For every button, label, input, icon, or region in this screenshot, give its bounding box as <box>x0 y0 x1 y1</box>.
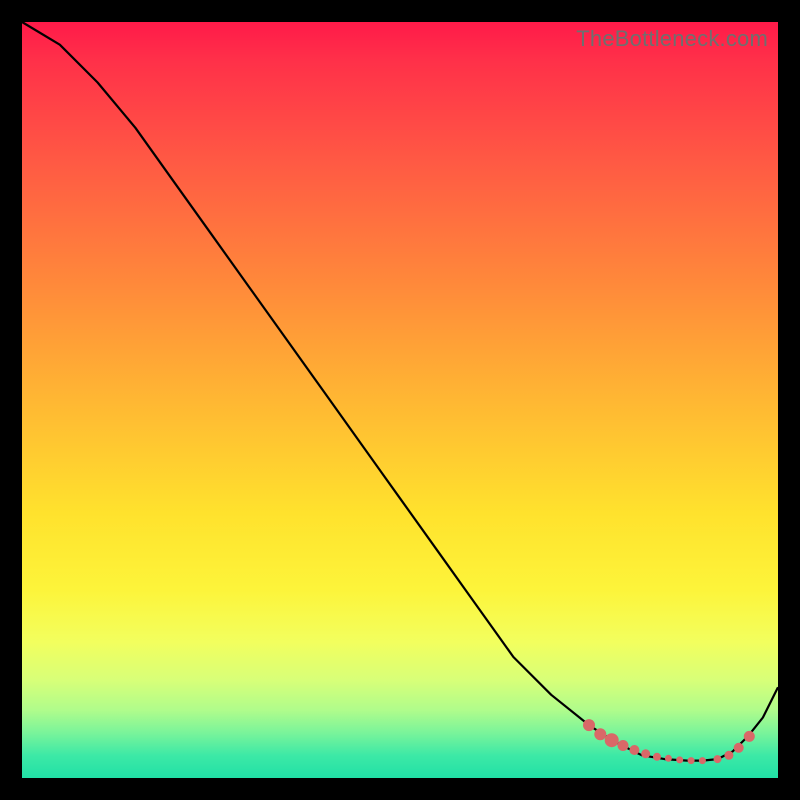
highlight-dot <box>594 728 606 740</box>
highlight-dot <box>618 740 629 751</box>
highlight-dot <box>641 749 650 758</box>
highlight-dot <box>676 756 683 763</box>
highlight-dot <box>605 733 619 747</box>
highlight-dots <box>583 719 755 764</box>
highlight-dot <box>688 757 695 764</box>
curve-svg <box>22 22 778 778</box>
highlight-dot <box>665 755 672 762</box>
highlight-dot <box>629 745 639 755</box>
bottleneck-curve <box>22 22 778 761</box>
chart-container: TheBottleneck.com <box>0 0 800 800</box>
highlight-dot <box>699 757 706 764</box>
highlight-dot <box>744 731 755 742</box>
highlight-dot <box>653 753 661 761</box>
highlight-dot <box>714 755 722 763</box>
plot-area: TheBottleneck.com <box>22 22 778 778</box>
highlight-dot <box>583 719 595 731</box>
highlight-dot <box>724 751 733 760</box>
highlight-dot <box>734 743 744 753</box>
